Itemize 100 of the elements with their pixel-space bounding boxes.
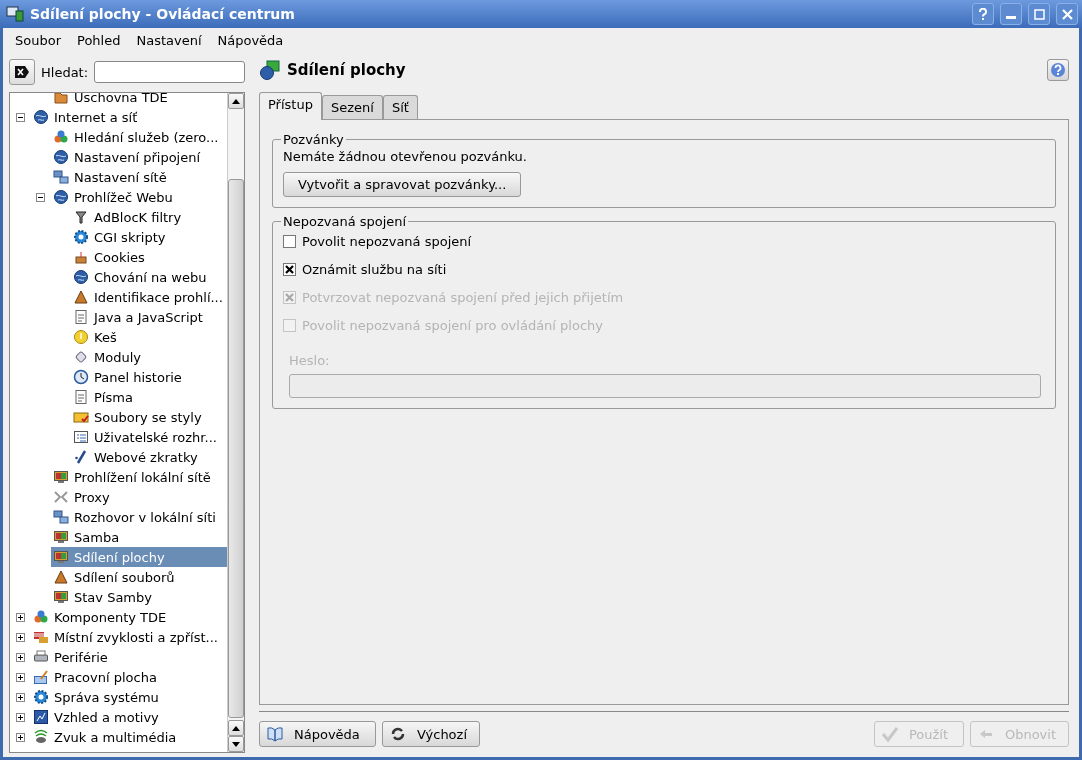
close-icon	[1061, 8, 1073, 20]
help-icon	[978, 8, 988, 20]
speaker-icon	[33, 729, 49, 745]
tree-item[interactable]: Správa systému	[31, 687, 227, 707]
tree-item[interactable]: Uživatelské rozhr...	[71, 427, 227, 447]
expand-icon[interactable]	[16, 632, 25, 642]
tree-item[interactable]: Chování na webu	[71, 267, 227, 287]
checkbox-label: Povolit nepozvaná spojení pro ovládání plochy	[302, 317, 603, 333]
cake-icon	[73, 249, 89, 265]
picture-icon	[33, 709, 49, 725]
group-title: Nepozvaná spojení	[282, 214, 408, 229]
help-button[interactable]	[972, 3, 994, 25]
menu-item[interactable]: Nastavení	[128, 30, 210, 50]
tree-item[interactable]: Nastavení připojení	[51, 147, 227, 167]
maximize-button[interactable]	[1028, 3, 1050, 25]
tab[interactable]: Přístup	[259, 92, 322, 120]
globe-icon	[53, 189, 69, 205]
tree-item[interactable]: CGI skripty	[71, 227, 227, 247]
password-label: Heslo:	[289, 353, 331, 368]
tree-item[interactable]: Java a JavaScript	[71, 307, 227, 327]
book-icon	[266, 725, 284, 743]
tree-item[interactable]: Keš	[71, 327, 227, 347]
tree-item[interactable]: Soubory se styly	[71, 407, 227, 427]
network-icon	[53, 509, 69, 525]
triangle-icon	[73, 289, 89, 305]
clear-search-button[interactable]	[9, 59, 35, 85]
clear-icon	[14, 65, 30, 79]
tree-item[interactable]: Hledání služeb (zero...	[51, 127, 227, 147]
collapse-icon[interactable]	[16, 112, 25, 122]
document-icon	[73, 389, 89, 405]
tree-item[interactable]: Prohlížeč Webu	[51, 187, 227, 207]
checkbox[interactable]	[283, 262, 296, 276]
tree-item[interactable]: AdBlocK filtry	[71, 207, 227, 227]
tree-item[interactable]: Cookies	[71, 247, 227, 267]
expand-icon[interactable]	[16, 732, 25, 742]
monitor-icon	[53, 469, 69, 485]
tree-item[interactable]: Pracovní plocha	[31, 667, 227, 687]
tree-item[interactable]: Samba	[51, 527, 227, 547]
collapse-icon[interactable]	[36, 192, 45, 202]
tree-item[interactable]: Prohlížení lokální sítě	[51, 467, 227, 487]
menu-item[interactable]: Pohled	[69, 30, 129, 50]
list-icon	[73, 429, 89, 445]
menu-item[interactable]: Nápověda	[209, 30, 292, 50]
window-title: Sdílení plochy - Ovládací centrum	[30, 6, 296, 22]
tree-item[interactable]: Písma	[71, 387, 227, 407]
tree-item[interactable]: Místní zvyklosti a zpříst...	[31, 627, 227, 647]
dialog-button[interactable]: Výchozí	[382, 721, 480, 747]
globe-icon	[33, 109, 49, 125]
monitor-icon	[6, 6, 24, 22]
minimize-button[interactable]	[1000, 3, 1022, 25]
expand-icon[interactable]	[16, 652, 25, 662]
manage-invitations-button[interactable]: Vytvořit a spravovat pozvánky...	[283, 172, 522, 197]
tree-item[interactable]: Identifikace prohlí...	[71, 287, 227, 307]
tree-item[interactable]: Rozhovor v lokální síti	[51, 507, 227, 527]
tree-item[interactable]: Vzhled a motivy	[31, 707, 227, 727]
help-icon	[1050, 62, 1066, 78]
tree-item[interactable]: Zvuk a multimédia	[31, 727, 227, 747]
scrollbar[interactable]	[227, 93, 244, 752]
tree-item[interactable]: Periférie	[31, 647, 227, 667]
maximize-icon	[1033, 8, 1045, 20]
expand-icon[interactable]	[16, 612, 25, 622]
search-label: Hledat:	[41, 64, 89, 80]
network-icon	[53, 169, 69, 185]
refresh-icon	[389, 725, 407, 743]
tree-item[interactable]: Webové zkratky	[71, 447, 227, 467]
checkbox-label: Oznámit službu na síti	[302, 261, 447, 277]
tree-item[interactable]: Proxy	[51, 487, 227, 507]
tree-item[interactable]: Internet a síť	[31, 107, 227, 127]
expand-icon[interactable]	[16, 672, 25, 682]
dialog-button[interactable]: Nápověda	[259, 721, 376, 747]
menu-item[interactable]: Soubor	[7, 30, 69, 50]
tab[interactable]: Síť	[382, 95, 418, 119]
checkbox-label: Potvrzovat nepozvaná spojení před jejich přijetím	[302, 289, 624, 305]
coin-icon	[73, 329, 89, 345]
badge-icon	[73, 409, 89, 425]
tree-item[interactable]: Panel historie	[71, 367, 227, 387]
checkmark-icon	[880, 725, 899, 743]
gear-icon	[73, 229, 89, 245]
monitor-icon	[53, 529, 69, 545]
tab[interactable]: Sezení	[321, 95, 383, 119]
help-button[interactable]	[1047, 59, 1069, 81]
tree-item[interactable]: Nastavení sítě	[51, 167, 227, 187]
group-title: Pozvánky	[282, 132, 345, 147]
brush-icon	[33, 669, 49, 685]
folder-icon	[53, 93, 69, 105]
checkbox[interactable]	[283, 234, 296, 248]
triangle-icon	[53, 569, 69, 585]
checkbox-label: Povolit nepozvaná spojení	[302, 233, 472, 249]
dots-icon	[33, 609, 49, 625]
dots-icon	[53, 129, 69, 145]
monitor-icon	[53, 589, 69, 605]
search-field[interactable]	[94, 61, 245, 83]
page-title: Sdílení plochy	[287, 61, 407, 79]
expand-icon[interactable]	[16, 692, 25, 702]
close-button[interactable]	[1056, 3, 1078, 25]
tree-item[interactable]: Komponenty TDE	[31, 607, 227, 627]
tree-item[interactable]: Sdílení souborů	[51, 567, 227, 587]
tree-item[interactable]: Stav Samby	[51, 587, 227, 607]
tree-item[interactable]: Moduly	[71, 347, 227, 367]
expand-icon[interactable]	[16, 712, 25, 722]
